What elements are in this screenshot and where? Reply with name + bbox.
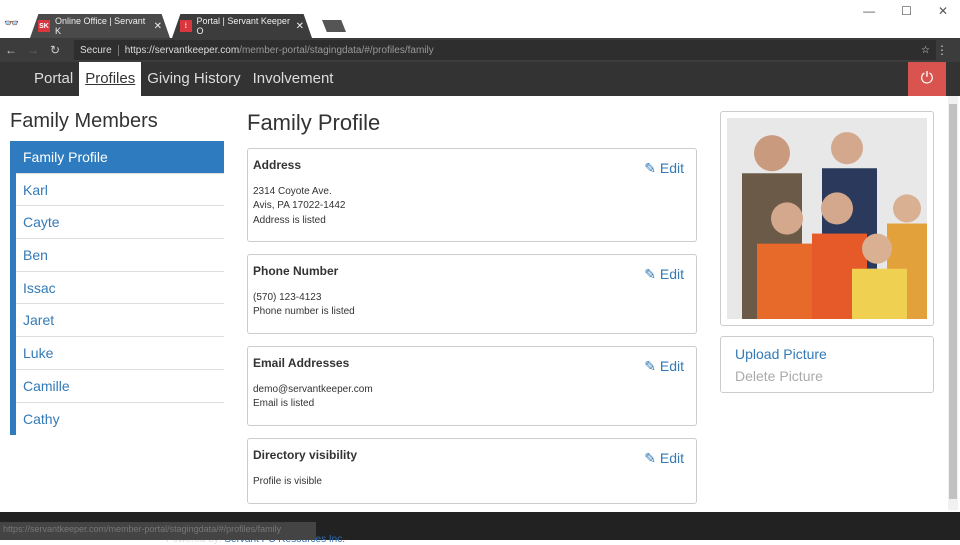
browser-tab[interactable]: SK Online Office | Servant K ✕	[30, 14, 170, 38]
close-tab-icon[interactable]: ✕	[154, 21, 162, 32]
menu-icon[interactable]: ⋮	[936, 43, 948, 57]
card-line: Phone number is listed	[253, 306, 355, 317]
pencil-icon: ✎	[644, 266, 656, 282]
address-card: Address 2314 Coyote Ave. Avis, PA 17022-…	[247, 148, 697, 242]
card-line: Avis, PA 17022-1442	[253, 200, 346, 211]
picture-actions: Upload Picture Delete Picture	[720, 336, 934, 393]
card-title: Phone Number	[253, 264, 339, 278]
delete-picture-link[interactable]: Delete Picture	[735, 365, 919, 387]
sidebar-item[interactable]: Jaret	[16, 304, 224, 338]
bookmark-star-icon[interactable]: ☆	[921, 45, 930, 56]
card-line: (570) 123-4123	[253, 291, 322, 303]
tab-title: Online Office | Servant K	[54, 16, 146, 36]
sidebar-item[interactable]: Cayte	[16, 206, 224, 240]
sidebar-item[interactable]: Ben	[16, 239, 224, 272]
nav-involvement[interactable]: Involvement	[247, 62, 340, 96]
maximize-icon[interactable]: ☐	[901, 4, 912, 18]
incognito-icon: 👓	[4, 16, 19, 30]
scrollbar[interactable]	[948, 96, 958, 510]
main-content: Family Profile Address 2314 Coyote Ave. …	[247, 110, 697, 516]
edit-button[interactable]: ✎ Edit	[644, 451, 684, 466]
back-icon[interactable]: ←	[0, 43, 22, 57]
card-title: Directory visibility	[253, 448, 358, 462]
browser-tab-active[interactable]: ⁞ Portal | Servant Keeper O ✕	[172, 14, 312, 38]
card-line: Address is listed	[253, 214, 326, 226]
edit-button[interactable]: ✎ Edit	[644, 161, 684, 176]
page-title: Family Profile	[247, 110, 381, 135]
sidebar-item[interactable]: Luke	[16, 337, 224, 370]
sidebar: Family Members Family Profile Karl Cayte…	[10, 110, 224, 436]
sidebar-title: Family Members	[10, 110, 158, 132]
logout-power-button[interactable]: ⏻	[908, 62, 946, 96]
pencil-icon: ✎	[644, 358, 656, 374]
edit-label: Edit	[659, 450, 684, 466]
status-bar-url: https://servantkeeper.com/member-portal/…	[0, 522, 316, 540]
nav-profiles[interactable]: Profiles	[79, 62, 142, 96]
edit-label: Edit	[659, 266, 684, 282]
card-line: Email is listed	[253, 398, 315, 409]
url-path: /member-portal/stagingdata/#/profiles/fa…	[239, 44, 434, 56]
pencil-icon: ✎	[644, 160, 656, 176]
edit-button[interactable]: ✎ Edit	[644, 267, 684, 282]
nav-giving-history[interactable]: Giving History	[141, 62, 246, 96]
card-line: demo@servantkeeper.com	[253, 383, 373, 395]
footer: Powered by: Servant PC Resources Inc. ht…	[0, 512, 960, 545]
url-input[interactable]: Secure https://servantkeeper.com/member-p…	[74, 40, 936, 60]
new-tab-button[interactable]	[322, 20, 346, 32]
edit-label: Edit	[659, 358, 684, 374]
favicon: ⁞	[180, 20, 192, 32]
card-title: Email Addresses	[253, 356, 350, 370]
secure-label: Secure	[80, 44, 119, 56]
edit-button[interactable]: ✎ Edit	[644, 359, 684, 374]
directory-visibility-card: Directory visibility Profile is visible …	[247, 438, 697, 504]
close-window-icon[interactable]: ✕	[938, 4, 948, 18]
nav-portal[interactable]: Portal	[28, 62, 79, 96]
card-line: 2314 Coyote Ave.	[253, 185, 332, 197]
card-line: Profile is visible	[253, 475, 322, 487]
email-card: Email Addresses demo@servantkeeper.com E…	[247, 346, 697, 426]
address-bar: ← → ↻ Secure https://servantkeeper.com/me…	[0, 38, 960, 62]
sidebar-item-family-profile[interactable]: Family Profile	[16, 141, 224, 174]
tab-title: Portal | Servant Keeper O	[196, 16, 290, 36]
pencil-icon: ✎	[644, 450, 656, 466]
minimize-icon[interactable]: —	[863, 4, 875, 18]
edit-label: Edit	[659, 160, 684, 176]
family-member-list: Family Profile Karl Cayte Ben Issac Jare…	[10, 141, 224, 436]
family-photo	[720, 111, 934, 326]
forward-icon[interactable]: →	[22, 43, 44, 57]
sidebar-item[interactable]: Issac	[16, 272, 224, 305]
close-tab-icon[interactable]: ✕	[296, 21, 304, 32]
favicon: SK	[38, 20, 50, 32]
browser-tab-bar: 👓 SK Online Office | Servant K ✕ ⁞ Portal |…	[0, 0, 960, 38]
reload-icon[interactable]: ↻	[44, 43, 66, 57]
sidebar-item[interactable]: Cathy	[16, 403, 224, 436]
sidebar-item[interactable]: Camille	[16, 370, 224, 403]
url-host: https://servantkeeper.com	[124, 44, 240, 56]
top-nav: Portal Profiles Giving History Involveme…	[0, 62, 960, 96]
sidebar-item[interactable]: Karl	[16, 174, 224, 207]
card-title: Address	[253, 158, 302, 172]
upload-picture-link[interactable]: Upload Picture	[735, 343, 919, 365]
phone-card: Phone Number (570) 123-4123 Phone number…	[247, 254, 697, 334]
